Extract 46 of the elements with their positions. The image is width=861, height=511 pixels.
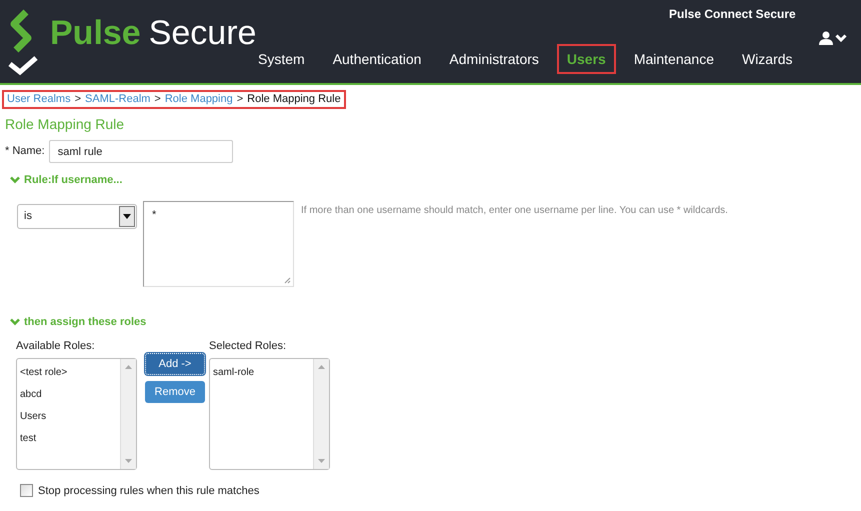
logo-text: Pulse (50, 16, 141, 50)
nav-tab[interactable]: Maintenance (624, 44, 724, 74)
name-field[interactable]: saml rule (48, 140, 233, 163)
list-option[interactable]: <test role> (20, 364, 68, 386)
list-option[interactable]: abcd (20, 386, 42, 408)
list-label: Available Roles: (16, 339, 95, 354)
scrollbar[interactable] (120, 358, 136, 468)
scrollbar[interactable] (313, 358, 329, 468)
breadcrumb-link[interactable]: User Realms (7, 91, 71, 108)
field-label: * Name: (5, 144, 45, 160)
role-list[interactable]: <test role> abcd Users test (16, 358, 137, 470)
breadcrumb-separator: > (236, 92, 244, 107)
user-menu[interactable] (819, 31, 847, 45)
page-title: Role Mapping Rule (5, 115, 124, 133)
breadcrumb-current: Role Mapping Rule (247, 92, 341, 107)
nav-tab[interactable]: Authentication (322, 44, 432, 74)
scroll-up-icon (318, 364, 325, 368)
scroll-down-icon (125, 458, 132, 462)
scroll-up-icon (125, 364, 132, 368)
nav-tab[interactable]: Wizards (732, 44, 803, 74)
hint-text: If more than one username should match, enter one username per line. You can use * wildcards. (301, 204, 728, 218)
breadcrumb-link[interactable]: Role Mapping (164, 91, 233, 108)
breadcrumb-separator: > (154, 92, 161, 107)
checkbox[interactable] (20, 484, 33, 498)
checkbox-label: Stop processing rules when this rule matches (38, 484, 260, 498)
list-label: Selected Roles: (209, 339, 286, 354)
breadcrumb-link[interactable]: SAML-Realm (85, 91, 150, 108)
chevron-down-icon (10, 176, 20, 184)
role-list[interactable]: saml-role (209, 358, 330, 470)
role-button[interactable]: Add -> (145, 353, 205, 375)
nav-tab[interactable]: Users (556, 44, 616, 74)
list-option[interactable]: test (20, 430, 36, 452)
chevron-down-icon (10, 318, 20, 326)
list-option[interactable]: Users (20, 408, 46, 430)
list-option[interactable]: saml-role (213, 364, 254, 386)
operator-dropdown[interactable]: is (17, 204, 137, 228)
resize-grip-icon (284, 276, 291, 284)
chevron-down-icon (835, 34, 847, 42)
role-button[interactable]: Remove (145, 381, 205, 403)
breadcrumb-separator: > (74, 92, 82, 107)
scroll-down-icon (318, 458, 325, 462)
product-name: Pulse Connect Secure (669, 6, 796, 23)
nav-tab[interactable]: Administrators (439, 44, 549, 74)
user-icon (819, 31, 833, 45)
username-textarea[interactable]: * (143, 200, 294, 286)
dropdown-arrow-icon (123, 214, 131, 218)
